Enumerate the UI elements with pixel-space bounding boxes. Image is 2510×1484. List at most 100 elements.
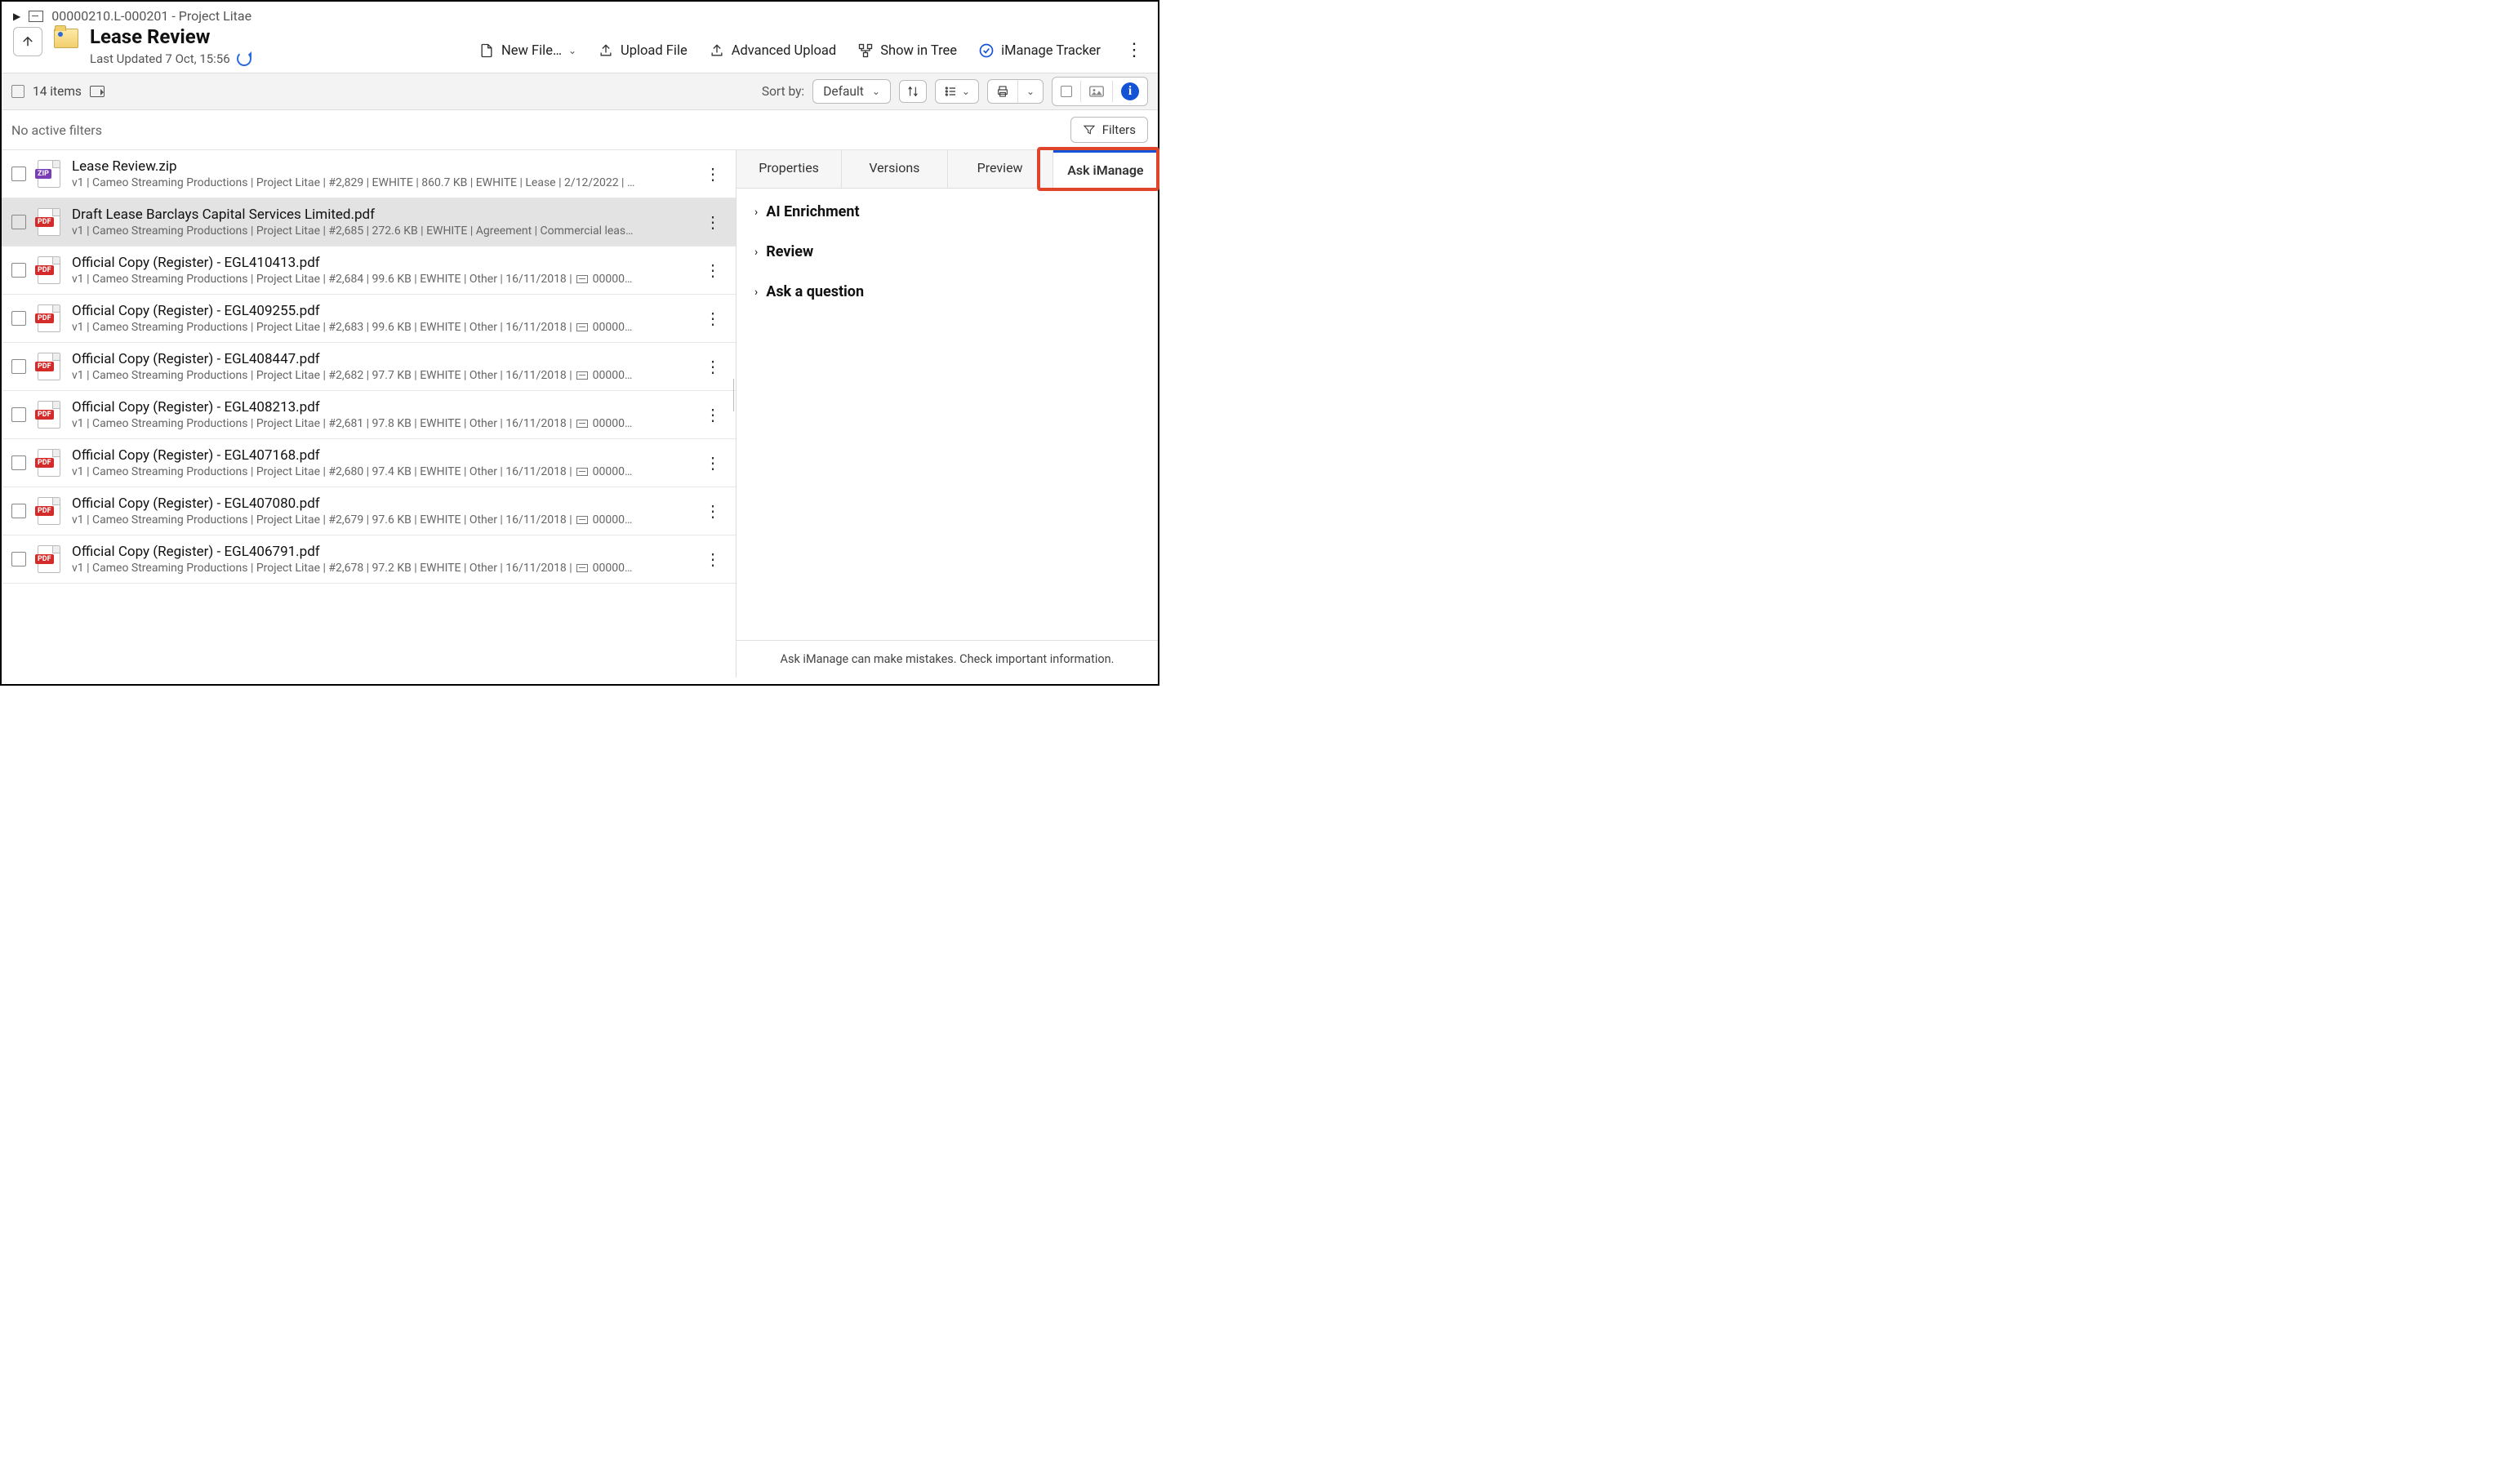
file-row[interactable]: PDFOfficial Copy (Register) - EGL407168.… xyxy=(2,439,736,487)
file-name: Official Copy (Register) - EGL407080.pdf xyxy=(72,495,688,512)
select-all-checkbox[interactable] xyxy=(11,85,24,98)
row-checkbox[interactable] xyxy=(11,167,26,181)
pdf-file-icon: PDF xyxy=(38,208,60,236)
row-more-button[interactable]: ⋮ xyxy=(700,309,726,328)
folder-icon xyxy=(54,29,78,48)
row-more-button[interactable]: ⋮ xyxy=(700,357,726,376)
file-row[interactable]: PDF Official Copy (Register) - EGL407080.… xyxy=(2,487,736,535)
row-checkbox[interactable] xyxy=(11,407,26,422)
row-checkbox[interactable] xyxy=(11,552,26,566)
row-more-button[interactable]: ⋮ xyxy=(700,501,726,521)
sort-by-label: Sort by: xyxy=(762,84,804,99)
show-in-tree-label: Show in Tree xyxy=(880,43,957,59)
row-more-button[interactable]: ⋮ xyxy=(700,405,726,424)
pdf-file-icon: PDF xyxy=(38,304,60,332)
filters-button-label: Filters xyxy=(1102,122,1136,137)
open-in-new-icon[interactable] xyxy=(90,86,105,97)
accordion-review[interactable]: › Review xyxy=(754,243,1140,260)
pdf-file-icon: PDF xyxy=(38,497,60,525)
file-row[interactable]: ZIPLease Review.zipv1 | Cameo Streaming … xyxy=(2,150,736,198)
list-toolbar: 14 items Sort by: Default ⌄ ⌄ ⌄ i xyxy=(2,73,1158,110)
more-actions-button[interactable]: ⋮ xyxy=(1122,42,1146,60)
print-group: ⌄ xyxy=(987,79,1044,104)
file-meta: v1 | Cameo Streaming Productions | Proje… xyxy=(72,273,688,286)
file-name: Official Copy (Register) - EGL410413.pdf xyxy=(72,255,688,271)
row-checkbox[interactable] xyxy=(11,455,26,470)
tab-ask-imanage[interactable]: Ask iManage xyxy=(1053,150,1158,188)
sort-select[interactable]: Default ⌄ xyxy=(812,79,891,104)
file-name: Official Copy (Register) - EGL406791.pdf xyxy=(72,544,688,560)
last-updated-text: Last Updated 7 Oct, 15:56 xyxy=(90,51,230,66)
accordion-ask-question[interactable]: › Ask a question xyxy=(754,283,1140,300)
chevron-down-icon: ⌄ xyxy=(1026,86,1035,97)
expand-tree-icon[interactable]: ▶ xyxy=(13,11,20,22)
chevron-down-icon: ⌄ xyxy=(872,86,880,97)
imanage-tracker-button[interactable]: iManage Tracker xyxy=(978,42,1101,59)
sort-direction-button[interactable] xyxy=(899,80,927,103)
file-row[interactable]: PDFOfficial Copy (Register) - EGL406791.… xyxy=(2,535,736,584)
tab-properties[interactable]: Properties xyxy=(737,150,842,188)
file-meta: v1 | Cameo Streaming Productions | Proje… xyxy=(72,417,688,430)
file-meta: v1 | Cameo Streaming Productions | Proje… xyxy=(72,369,688,382)
page-title: Lease Review xyxy=(90,25,251,48)
advanced-upload-button[interactable]: Advanced Upload xyxy=(709,42,836,59)
row-checkbox[interactable] xyxy=(11,215,26,229)
pdf-file-icon: PDF xyxy=(38,256,60,284)
file-row[interactable]: PDFOfficial Copy (Register) - EGL408213.… xyxy=(2,391,736,439)
reference-icon xyxy=(576,516,588,524)
file-row[interactable]: PDF Official Copy (Register) - EGL409255.… xyxy=(2,295,736,343)
tracker-label: iManage Tracker xyxy=(1001,43,1101,59)
advanced-upload-label: Advanced Upload xyxy=(732,43,836,59)
row-checkbox[interactable] xyxy=(11,263,26,278)
reference-icon xyxy=(576,323,588,331)
active-filters-text: No active filters xyxy=(11,122,102,138)
upload-file-button[interactable]: Upload File xyxy=(598,42,688,59)
show-in-tree-button[interactable]: Show in Tree xyxy=(857,42,957,59)
file-row[interactable]: PDF Official Copy (Register) - EGL410413.… xyxy=(2,247,736,295)
detail-tabs: Properties Versions Preview Ask iManage xyxy=(737,150,1158,189)
refresh-icon[interactable] xyxy=(237,51,251,66)
chevron-right-icon: › xyxy=(754,286,758,299)
print-dropdown[interactable]: ⌄ xyxy=(1018,81,1043,102)
file-name: Draft Lease Barclays Capital Services Li… xyxy=(72,207,688,223)
accordion-ai-enrichment[interactable]: › AI Enrichment xyxy=(754,203,1140,220)
row-checkbox[interactable] xyxy=(11,311,26,326)
chevron-right-icon: › xyxy=(754,246,758,259)
row-more-button[interactable]: ⋮ xyxy=(700,260,726,280)
info-icon: i xyxy=(1121,82,1139,100)
file-row[interactable]: PDF Draft Lease Barclays Capital Services… xyxy=(2,198,736,247)
file-name: Official Copy (Register) - EGL408447.pdf xyxy=(72,351,688,367)
reference-icon xyxy=(576,468,588,476)
preview-pane-toggle[interactable] xyxy=(1081,81,1113,102)
file-name: Official Copy (Register) - EGL409255.pdf xyxy=(72,303,688,319)
new-file-button[interactable]: New File… ⌄ xyxy=(478,42,576,59)
new-file-label: New File… xyxy=(501,43,562,59)
chevron-down-icon: ⌄ xyxy=(568,45,576,56)
zip-file-icon: ZIP xyxy=(38,160,60,188)
row-checkbox[interactable] xyxy=(11,359,26,374)
print-button[interactable] xyxy=(988,80,1018,103)
view-mode-group: ⌄ xyxy=(935,79,979,104)
breadcrumb-text[interactable]: 00000210.L-000201 - Project Litae xyxy=(51,8,251,24)
row-more-button[interactable]: ⋮ xyxy=(700,212,726,232)
file-row[interactable]: PDFOfficial Copy (Register) - EGL408447.… xyxy=(2,343,736,391)
info-pane-toggle[interactable]: i xyxy=(1113,78,1147,105)
filters-button[interactable]: Filters xyxy=(1070,117,1148,143)
panel-toggle-checkbox[interactable] xyxy=(1053,81,1081,102)
row-checkbox[interactable] xyxy=(11,504,26,518)
reference-icon xyxy=(576,371,588,380)
tab-versions[interactable]: Versions xyxy=(842,150,947,188)
list-view-button[interactable]: ⌄ xyxy=(936,80,978,103)
accordion-label: Ask a question xyxy=(766,283,864,300)
tab-preview[interactable]: Preview xyxy=(948,150,1053,188)
pdf-file-icon: PDF xyxy=(38,449,60,477)
row-more-button[interactable]: ⋮ xyxy=(700,164,726,184)
reference-icon xyxy=(576,275,588,283)
sort-value: Default xyxy=(823,84,864,99)
row-more-button[interactable]: ⋮ xyxy=(700,453,726,473)
file-list: ZIPLease Review.zipv1 | Cameo Streaming … xyxy=(2,150,737,678)
chevron-down-icon: ⌄ xyxy=(962,86,970,97)
row-more-button[interactable]: ⋮ xyxy=(700,549,726,569)
file-meta: v1 | Cameo Streaming Productions | Proje… xyxy=(72,562,688,575)
navigate-up-button[interactable] xyxy=(13,27,42,56)
